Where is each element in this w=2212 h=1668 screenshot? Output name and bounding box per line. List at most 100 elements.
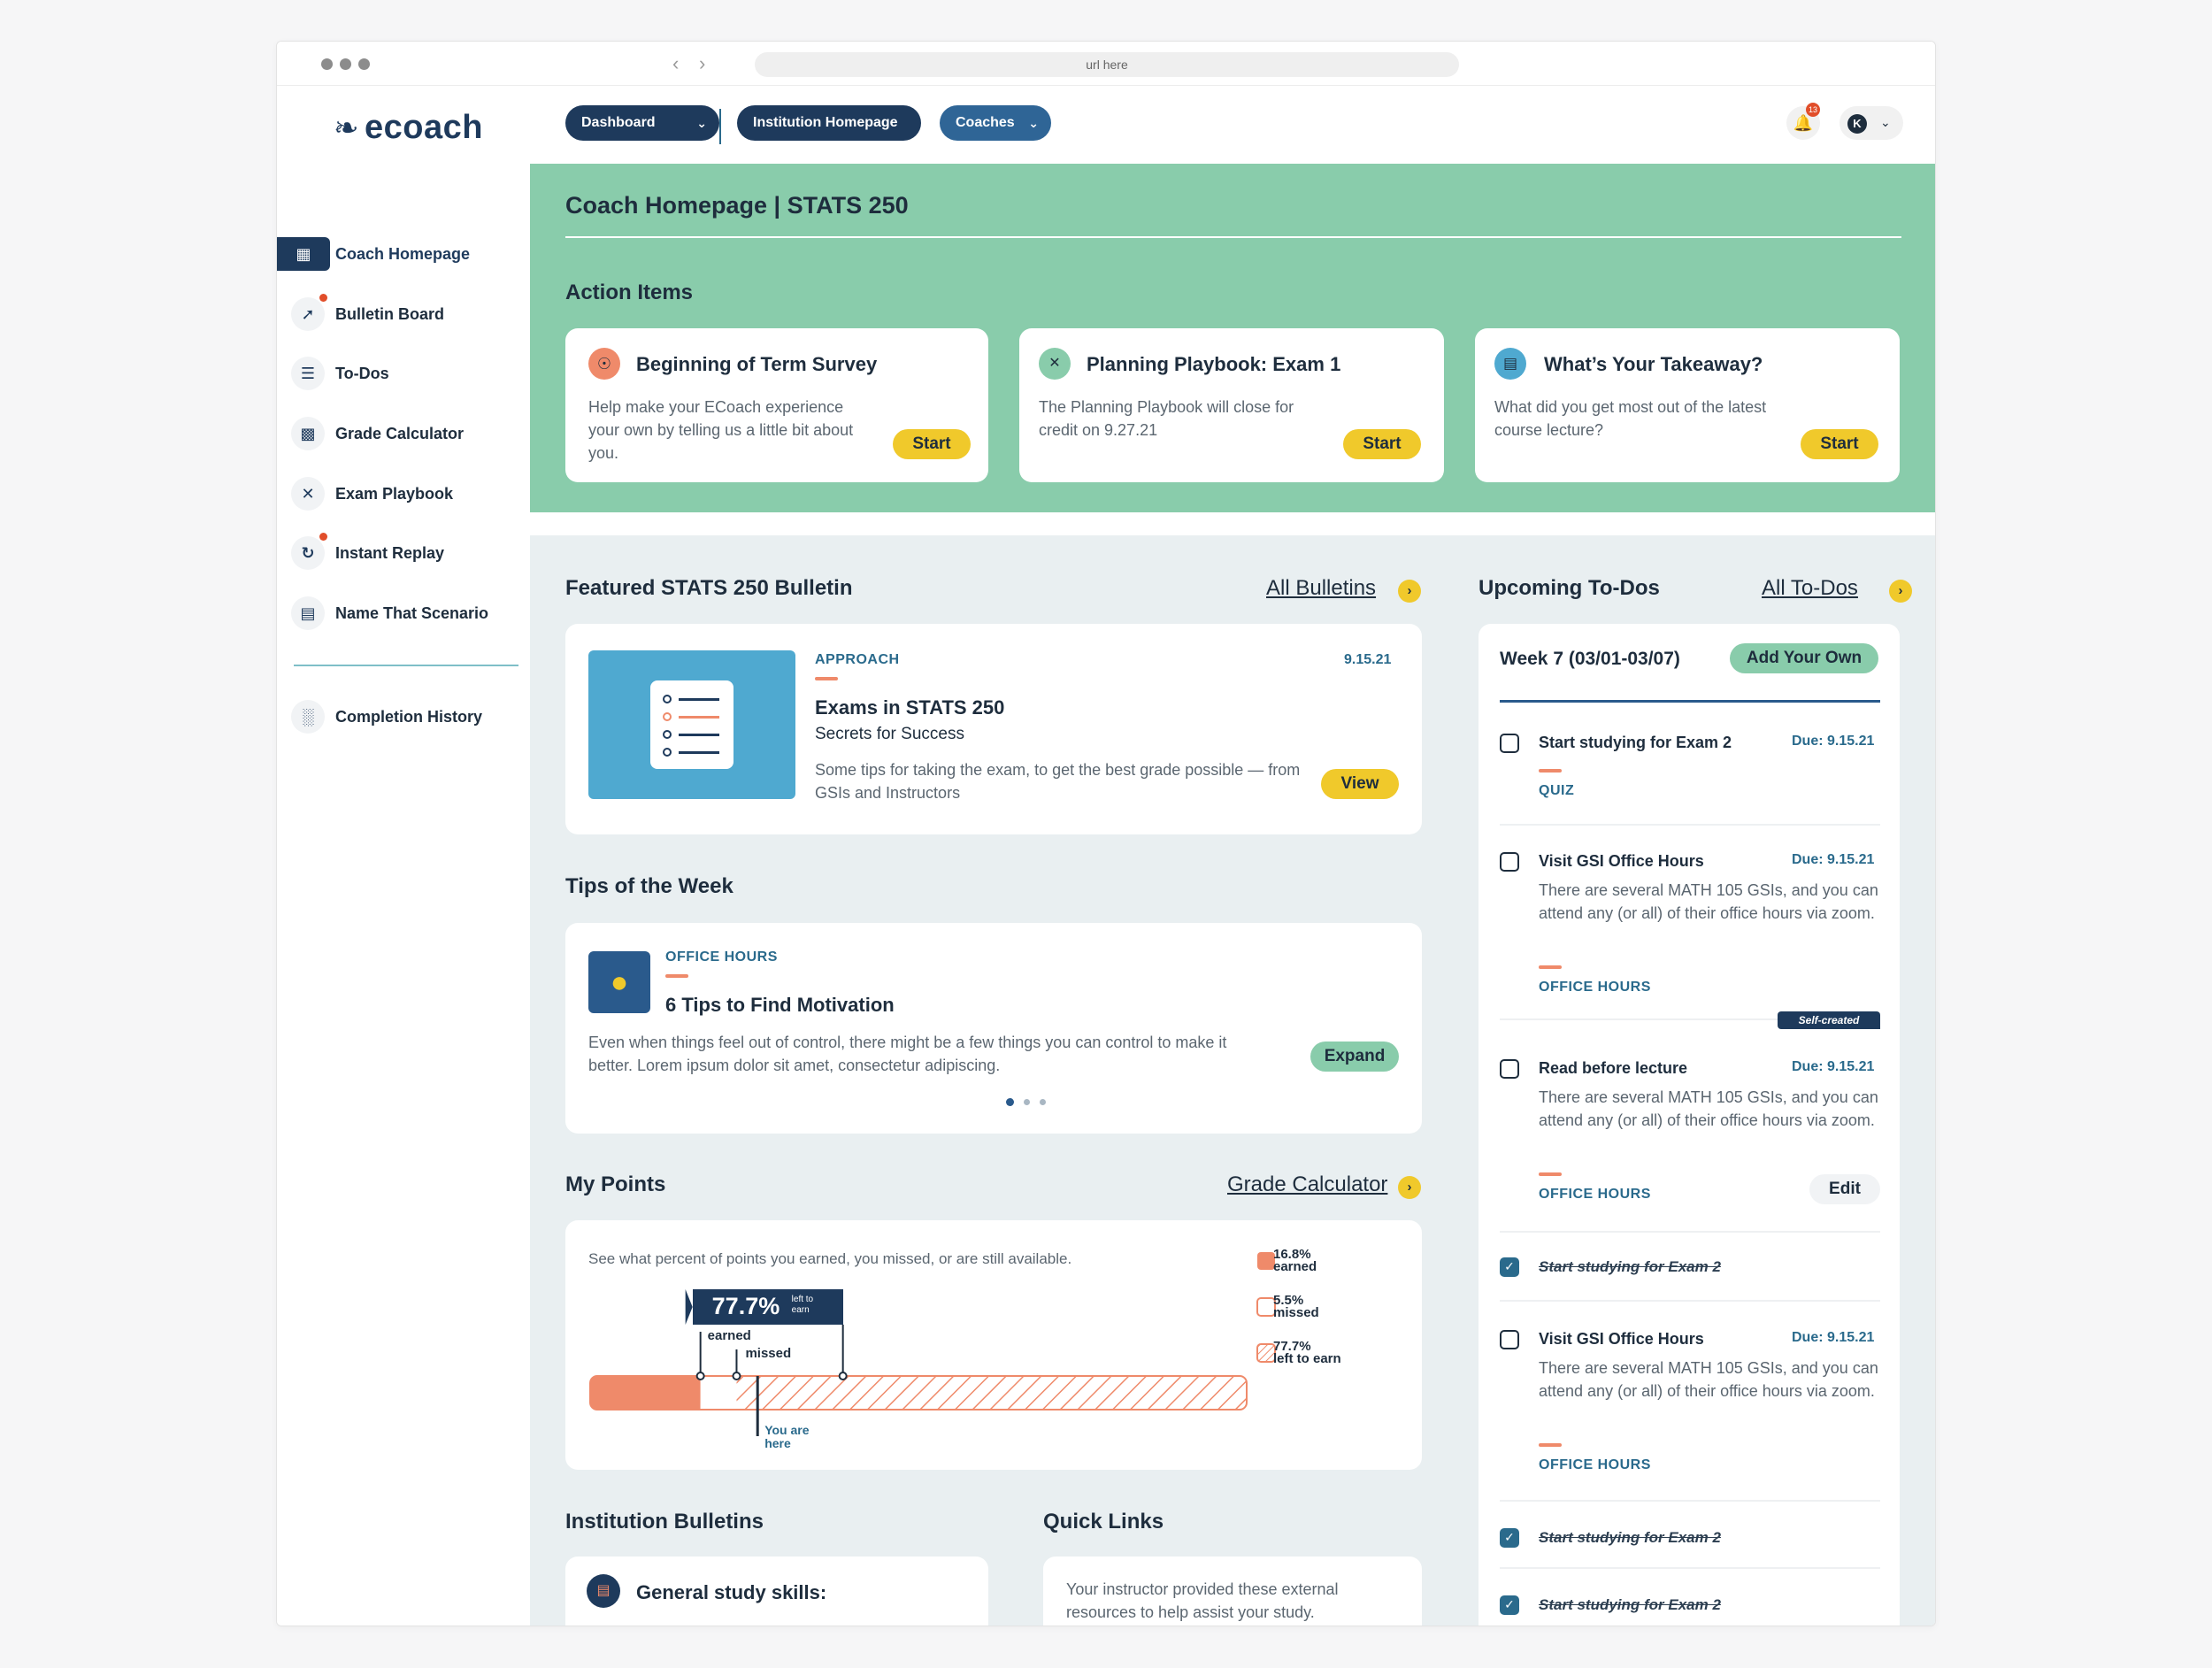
- ecoach-logo[interactable]: ❧ ecoach: [334, 109, 483, 147]
- legend-left: 77.7% left to earn: [1273, 1340, 1341, 1366]
- start-button[interactable]: Start: [1801, 429, 1878, 459]
- new-indicator: [319, 533, 327, 541]
- coaches-label: Coaches: [956, 115, 1015, 130]
- sidebar-item-label: Instant Replay: [335, 544, 445, 562]
- view-button[interactable]: View: [1321, 769, 1399, 799]
- sidebar-item-completion-history[interactable]: ░ Completion History: [291, 697, 530, 736]
- earned-segment-edge: [693, 1376, 701, 1410]
- notification-badge: 13: [1806, 103, 1820, 117]
- quick-links-desc: Your instructor provided these external …: [1066, 1580, 1339, 1621]
- action-card-survey[interactable]: ☉ Beginning of Term Survey Help make you…: [565, 328, 988, 482]
- checklist-icon: ☰: [291, 357, 325, 390]
- sidebar-item-instant-replay[interactable]: ↻ Instant Replay: [291, 533, 530, 573]
- window-dot: [358, 58, 370, 70]
- todo-checkbox-checked[interactable]: ✓: [1500, 1257, 1519, 1277]
- tips-card[interactable]: ● OFFICE HOURS 6 Tips to Find Motivation…: [565, 923, 1422, 1134]
- todo-due: Due: 9.15.21: [1792, 1059, 1875, 1074]
- page-title: Coach Homepage | STATS 250: [565, 192, 909, 219]
- carousel-dot-active[interactable]: [1006, 1098, 1014, 1106]
- quick-links-heading: Quick Links: [1043, 1510, 1164, 1533]
- todo-checkbox[interactable]: [1500, 1330, 1519, 1349]
- todo-checkbox[interactable]: [1500, 852, 1519, 872]
- todo-separator: [1500, 1567, 1880, 1569]
- action-card-title: What’s Your Takeaway?: [1544, 353, 1763, 375]
- todo-title: Start studying for Exam 2: [1539, 1596, 1721, 1613]
- sidebar-item-bulletin-board[interactable]: ➚ Bulletin Board: [291, 294, 530, 334]
- institution-bulletin-card[interactable]: ▤ General study skills:: [565, 1557, 988, 1626]
- missed-marker-dot: [732, 1372, 741, 1380]
- dashboard-label: Dashboard: [581, 115, 656, 130]
- action-card-title: Beginning of Term Survey: [636, 353, 878, 375]
- todo-due: Due: 9.15.21: [1792, 852, 1875, 867]
- legend-label: left to earn: [1273, 1351, 1341, 1366]
- pin-icon: ➚: [291, 297, 325, 331]
- accent-dash: [815, 677, 838, 680]
- carousel-dot[interactable]: [1040, 1099, 1046, 1105]
- todo-desc: There are several MATH 105 GSIs, and you…: [1539, 1359, 1878, 1400]
- all-bulletins-link[interactable]: All Bulletins: [1266, 576, 1376, 601]
- sidebar-item-label: Grade Calculator: [335, 425, 465, 442]
- coaches-dropdown[interactable]: Coaches ⌄: [940, 105, 1051, 141]
- edit-button[interactable]: Edit: [1809, 1174, 1880, 1204]
- logo-text: ecoach: [365, 109, 483, 146]
- institution-homepage-button[interactable]: Institution Homepage: [737, 105, 921, 141]
- sidebar-item-grade-calculator[interactable]: ▩ Grade Calculator: [291, 414, 530, 453]
- todo-due: Due: 9.15.21: [1792, 734, 1875, 749]
- todo-checkbox[interactable]: [1500, 1059, 1519, 1079]
- todo-title: Start studying for Exam 2: [1539, 734, 1732, 751]
- tips-heading: Tips of the Week: [565, 874, 733, 898]
- sidebar-item-name-that-scenario[interactable]: ▤ Name That Scenario: [291, 594, 530, 633]
- arrow-right-icon[interactable]: ›: [1398, 580, 1421, 603]
- add-your-own-button[interactable]: Add Your Own: [1730, 643, 1878, 673]
- self-created-badge: Self-created: [1778, 1011, 1880, 1029]
- arrow-right-icon[interactable]: ›: [1398, 1176, 1421, 1199]
- back-icon[interactable]: ‹: [672, 52, 679, 75]
- user-menu[interactable]: K ⌄: [1839, 106, 1903, 140]
- browser-chrome: ‹ › url here: [277, 42, 1935, 86]
- points-heading: My Points: [565, 1172, 666, 1196]
- todo-checkbox-checked[interactable]: ✓: [1500, 1528, 1519, 1548]
- todo-item: Visit GSI Office Hours Due: 9.15.21 Ther…: [1500, 843, 1880, 1003]
- carousel-dot[interactable]: [1024, 1099, 1030, 1105]
- earned-label: earned: [707, 1328, 751, 1343]
- chevron-down-icon: ⌄: [1028, 116, 1039, 130]
- todo-desc: There are several MATH 105 GSIs, and you…: [1539, 1088, 1878, 1129]
- sidebar-item-todos[interactable]: ☰ To-Dos: [291, 354, 530, 393]
- window-dot: [321, 58, 333, 70]
- main-content: Featured STATS 250 Bulletin All Bulletin…: [530, 535, 1935, 1626]
- tips-desc: Even when things feel out of control, th…: [588, 1034, 1227, 1074]
- page-title-prefix: Coach Homepage |: [565, 192, 787, 219]
- expand-button[interactable]: Expand: [1310, 1042, 1399, 1072]
- accent-dash: [1539, 965, 1562, 969]
- legend-swatch-earned: [1257, 1252, 1275, 1270]
- start-button[interactable]: Start: [1343, 429, 1421, 459]
- book-icon: ▤: [587, 1574, 620, 1608]
- sidebar-item-label: Completion History: [335, 708, 483, 726]
- url-bar[interactable]: url here: [755, 52, 1459, 77]
- bar-chart-icon: ░: [291, 700, 325, 734]
- action-card-playbook[interactable]: ✕ Planning Playbook: Exam 1 The Planning…: [1019, 328, 1444, 482]
- action-card-takeaway[interactable]: ▤ What’s Your Takeaway? What did you get…: [1475, 328, 1900, 482]
- todo-separator: [1500, 1500, 1880, 1502]
- todo-tag: OFFICE HOURS: [1539, 1457, 1651, 1472]
- institution-bulletin-title: General study skills:: [636, 1581, 827, 1603]
- featured-bulletin-card[interactable]: APPROACH 9.15.21 Exams in STATS 250 Secr…: [565, 624, 1422, 834]
- todo-title: Start studying for Exam 2: [1539, 1258, 1721, 1275]
- all-todos-link[interactable]: All To-Dos: [1762, 576, 1858, 601]
- start-button[interactable]: Start: [893, 429, 971, 459]
- grade-calculator-link[interactable]: Grade Calculator: [1227, 1172, 1387, 1197]
- action-card-desc: The Planning Playbook will close for cre…: [1039, 398, 1294, 439]
- dashboard-dropdown[interactable]: Dashboard ⌄: [565, 105, 719, 141]
- sidebar-item-coach-homepage[interactable]: ▦ Coach Homepage: [277, 234, 530, 273]
- playbook-icon: ✕: [291, 477, 325, 511]
- sidebar-item-exam-playbook[interactable]: ✕ Exam Playbook: [291, 474, 530, 513]
- arrow-right-icon[interactable]: ›: [1889, 580, 1912, 603]
- scenario-icon: ▤: [291, 596, 325, 630]
- todo-title: Visit GSI Office Hours: [1539, 852, 1704, 870]
- forward-icon[interactable]: ›: [699, 52, 705, 75]
- todo-item-completed: ✓ Start studying for Exam 2: [1500, 1587, 1880, 1622]
- todo-checkbox-checked[interactable]: ✓: [1500, 1595, 1519, 1615]
- todo-checkbox[interactable]: [1500, 734, 1519, 753]
- todo-tag: OFFICE HOURS: [1539, 1187, 1651, 1202]
- missed-label: missed: [745, 1346, 792, 1361]
